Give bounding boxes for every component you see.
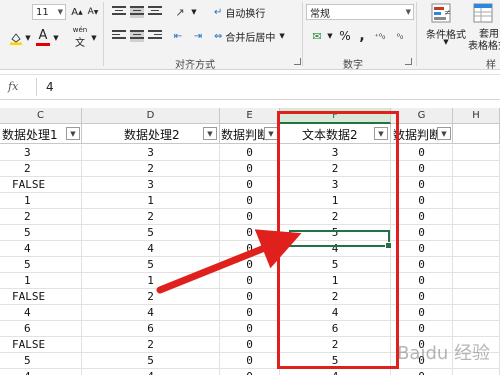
watermark: Baidu 经验 [397, 343, 490, 364]
excel-window: 11 ▼ A ▲ A ▼ ▼ A ▼ wén 文 ▼ ↗ ▼ ⇤ ⇥ ↵ 自动换行 ⇔ 合并… [0, 0, 500, 375]
annotation-arrow-icon [156, 229, 302, 294]
